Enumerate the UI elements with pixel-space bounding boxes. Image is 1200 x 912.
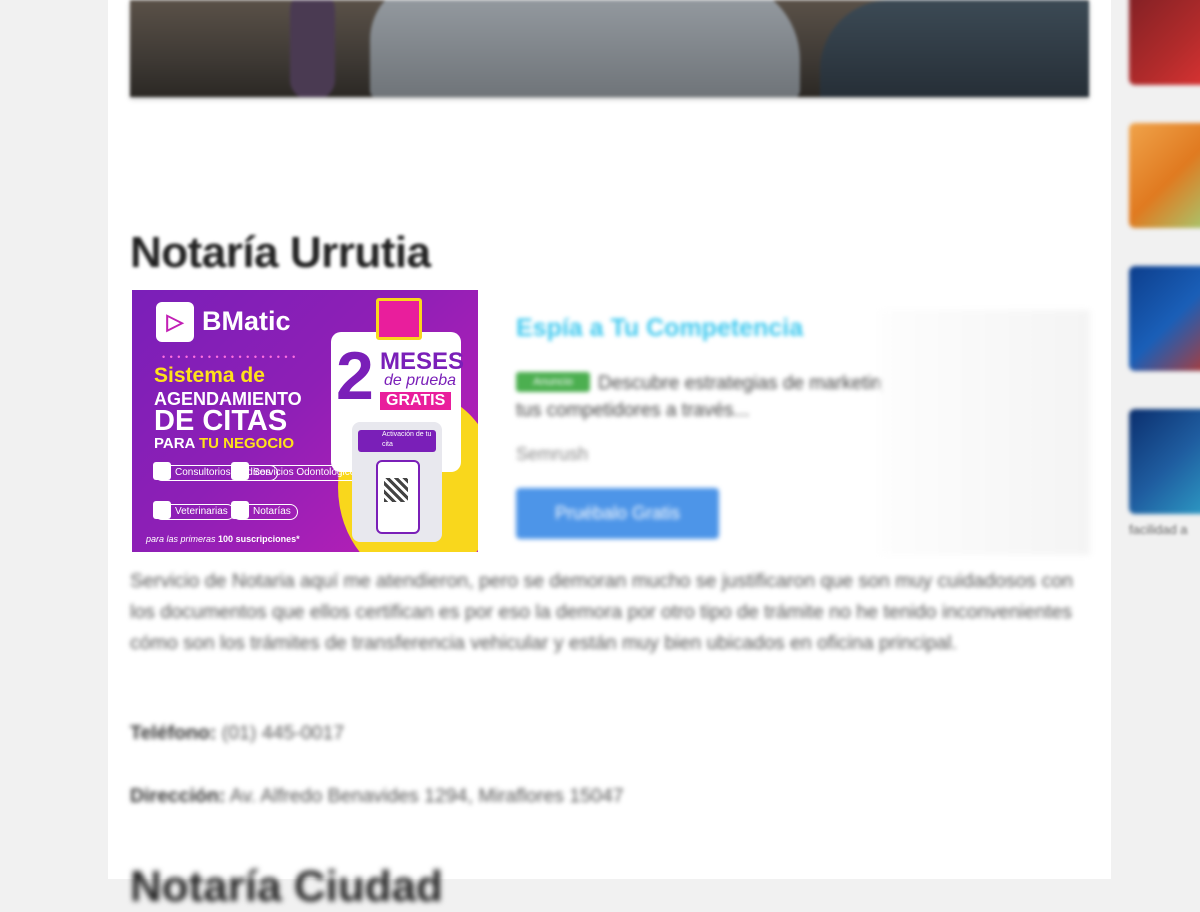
kiosk-label: Activación de tu cita	[358, 430, 436, 452]
phone-line: Teléfono: (01) 445-0017	[130, 722, 345, 744]
ad-badge: Anuncio	[516, 372, 590, 392]
try-free-button[interactable]: Pruébalo Gratis	[516, 488, 719, 539]
sidebar-caption[interactable]: facilidad a	[1129, 522, 1188, 537]
sidebar-thumbnail[interactable]	[1129, 266, 1200, 371]
ad-line-1: Sistema de	[154, 364, 265, 387]
service-tag: Veterinarias	[153, 501, 235, 520]
ad-line-4: PARA TU NEGOCIO	[154, 435, 295, 452]
service-tag: Notarías	[231, 501, 298, 520]
sidebar-thumbnail[interactable]	[1129, 123, 1200, 228]
next-article-title: Notaría Ciudad	[130, 862, 443, 911]
review-text: Servicio de Notaria aquí me atendieron, …	[130, 570, 1074, 654]
gift-icon	[376, 298, 422, 340]
phone-value: (01) 445-0017	[221, 722, 345, 744]
trial-label: de prueba	[384, 372, 457, 389]
months-number: 2	[336, 338, 374, 414]
free-badge: GRATIS	[380, 392, 452, 410]
article-title: Notaría Urrutia	[130, 228, 431, 277]
text-ad-source: Semrush	[516, 444, 589, 464]
bmatic-banner-ad[interactable]: ▷ BMatic • • • • • • • • • • • • • • • •…	[132, 290, 478, 552]
sidebar-thumbnail[interactable]	[1129, 409, 1200, 514]
ad-image-placeholder	[880, 310, 1090, 555]
ad-footnote: para las primeras 100 suscripciones*	[146, 534, 300, 544]
bmatic-logo-icon: ▷	[156, 302, 194, 342]
qr-code-icon	[384, 478, 408, 502]
ad-line-3: DE CITAS	[154, 405, 288, 437]
hero-photo	[130, 0, 1089, 97]
sidebar-thumbnail[interactable]	[1129, 0, 1200, 85]
ad-brand: BMatic	[202, 306, 291, 336]
address-value: Av. Alfredo Benavides 1294, Miraflores 1…	[229, 785, 624, 807]
text-ad-title[interactable]: Espía a Tu Competencia	[516, 314, 803, 343]
address-line: Dirección: Av. Alfredo Benavides 1294, M…	[130, 785, 624, 807]
